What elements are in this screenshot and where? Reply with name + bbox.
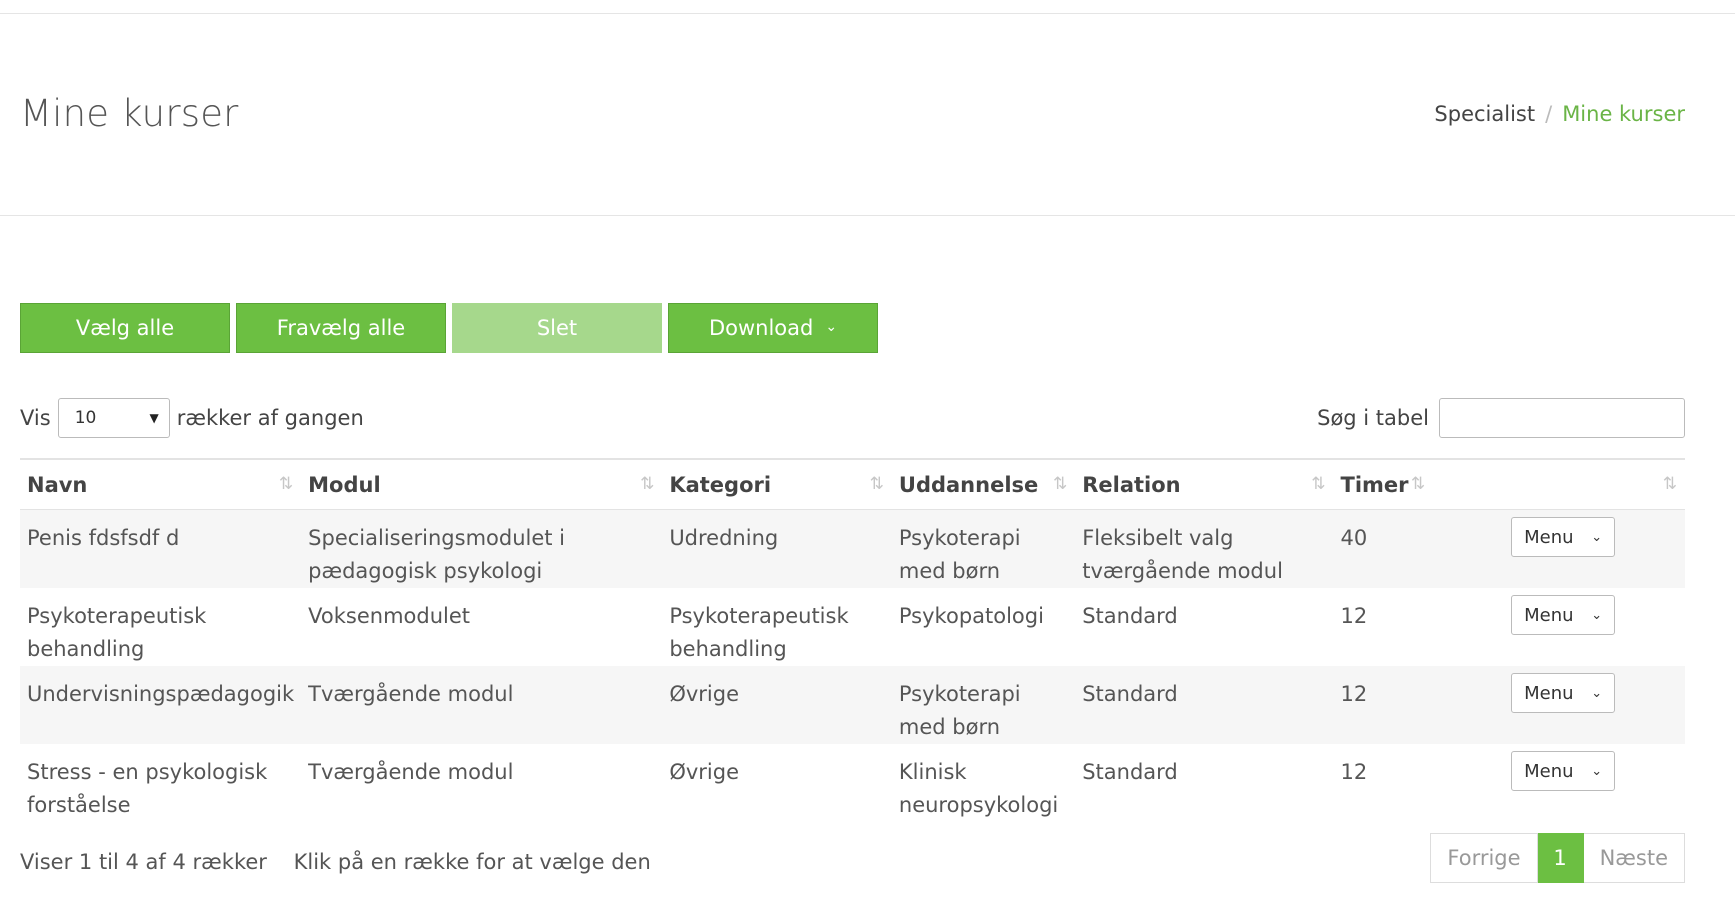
cell-kategori: Øvrige — [669, 760, 739, 784]
column-header-timer[interactable]: Timer ⇅ — [1333, 458, 1425, 510]
cell-navn: Penis fdsfsdf d — [20, 509, 302, 588]
pagination: Forrige 1 Næste — [1430, 833, 1685, 883]
table-row[interactable]: Stress - en psykologisk forståelse Tværg… — [20, 744, 1685, 822]
cell-modul: Tværgående modul — [308, 760, 514, 784]
column-header-actions[interactable]: ⇅ — [1421, 458, 1685, 510]
row-menu-button[interactable]: Menu ⌄ — [1511, 517, 1616, 557]
top-divider — [0, 13, 1735, 14]
cell-modul: Tværgående modul — [301, 666, 663, 744]
pagination-page-button[interactable]: 1 — [1537, 833, 1584, 883]
table-info-hint: Klik på en række for at vælge den — [293, 850, 651, 874]
breadcrumb-parent[interactable]: Specialist — [1434, 102, 1535, 126]
cell-actions: Menu ⌄ — [1421, 744, 1685, 822]
header-divider — [0, 215, 1735, 216]
sort-arrows-icon: ⇅ — [1662, 474, 1677, 494]
sort-arrows-icon: ⇅ — [278, 474, 294, 494]
cell-navn: Undervisningspædagogik — [20, 666, 302, 744]
table-row[interactable]: Penis fdsfsdf d Specialiseringsmodulet i… — [20, 509, 1685, 588]
cell-actions: Menu ⌄ — [1421, 666, 1685, 744]
download-button[interactable]: Download ⌄ — [668, 303, 878, 353]
chevron-down-icon: ⌄ — [1591, 529, 1603, 545]
breadcrumb-current: Mine kurser — [1562, 102, 1685, 126]
cell-relation: Standard — [1082, 604, 1178, 628]
deselect-all-button[interactable]: Fravælg alle — [236, 303, 446, 353]
cell-uddannelse: Psykoterapi med børn — [891, 666, 1076, 744]
action-toolbar: Vælg alle Fravælg alle Slet Download ⌄ — [20, 303, 884, 353]
table-info-count: Viser 1 til 4 af 4 rækker — [20, 850, 267, 874]
cell-timer: 12 — [1340, 604, 1368, 628]
table-row[interactable]: Psykoterapeutisk behandling Voksenmodule… — [20, 588, 1685, 666]
row-menu-button[interactable]: Menu ⌄ — [1511, 673, 1616, 713]
sort-arrows-icon: ⇅ — [1052, 474, 1068, 494]
sort-arrows-icon: ⇅ — [640, 474, 655, 494]
length-prefix: Vis — [20, 406, 51, 430]
chevron-down-icon: ⌄ — [1591, 763, 1603, 779]
cell-kategori: Øvrige — [662, 666, 892, 744]
delete-button[interactable]: Slet — [452, 303, 662, 353]
search-label: Søg i tabel — [1317, 406, 1429, 430]
cell-modul: Specialiseringsmodulet i pædagogisk psyk… — [301, 509, 663, 588]
cell-timer: 12 — [1340, 760, 1368, 784]
column-header-navn[interactable]: Navn ⇅ — [20, 458, 302, 510]
cell-kategori: Psykoterapeutisk behandling — [669, 604, 849, 661]
select-all-button[interactable]: Vælg alle — [20, 303, 230, 353]
cell-uddannelse: Psykoterapi med børn — [891, 509, 1076, 588]
column-header-kategori[interactable]: Kategori ⇅ — [662, 458, 892, 510]
row-menu-button[interactable]: Menu ⌄ — [1511, 595, 1616, 635]
table-row[interactable]: Undervisningspædagogik Tværgående modul … — [20, 666, 1685, 744]
page-length-value: 10 — [74, 408, 97, 428]
page-length-select[interactable]: 10 ▼ — [57, 398, 170, 438]
cell-navn: Stress - en psykologisk forståelse — [27, 760, 268, 817]
length-suffix: rækker af gangen — [176, 406, 364, 430]
table-search: Søg i tabel — [1317, 398, 1685, 438]
cell-timer: 12 — [1333, 666, 1422, 744]
cell-actions: Menu ⌄ — [1421, 588, 1685, 666]
download-label: Download — [708, 316, 814, 340]
table-header-row: Navn ⇅ Modul ⇅ Kategori ⇅ Uddannelse ⇅ Relat… — [20, 458, 1685, 510]
chevron-down-icon: ⌄ — [1591, 685, 1603, 701]
cell-uddannelse: Psykopatologi — [898, 604, 1044, 628]
caret-down-icon: ▼ — [149, 411, 159, 425]
column-header-modul[interactable]: Modul ⇅ — [301, 458, 663, 510]
page-length-control: Vis 10 ▼ rækker af gangen — [20, 398, 364, 438]
cell-modul: Voksenmodulet — [308, 604, 471, 628]
row-menu-button[interactable]: Menu ⌄ — [1511, 751, 1616, 791]
search-input[interactable] — [1439, 398, 1685, 438]
courses-table: Navn ⇅ Modul ⇅ Kategori ⇅ Uddannelse ⇅ Relat… — [20, 458, 1685, 822]
deselect-all-label: Fravælg alle — [276, 316, 406, 340]
breadcrumb-separator: / — [1545, 102, 1553, 126]
cell-navn: Psykoterapeutisk behandling — [27, 604, 207, 661]
table-info: Viser 1 til 4 af 4 rækker Klik på en ræk… — [20, 850, 651, 874]
chevron-down-icon: ⌄ — [1591, 607, 1603, 623]
sort-arrows-icon: ⇅ — [869, 474, 884, 494]
column-header-relation[interactable]: Relation ⇅ — [1075, 458, 1334, 510]
cell-actions: Menu ⌄ — [1421, 509, 1685, 588]
cell-timer: 40 — [1333, 509, 1422, 588]
delete-label: Slet — [536, 316, 578, 340]
cell-relation: Standard — [1075, 666, 1334, 744]
cell-relation: Fleksibelt valg tværgående modul — [1075, 509, 1334, 588]
pagination-next-button[interactable]: Næste — [1583, 833, 1685, 883]
sort-arrows-icon: ⇅ — [1311, 474, 1326, 494]
page-title: Mine kurser — [20, 92, 239, 135]
chevron-down-icon: ⌄ — [825, 319, 838, 335]
cell-uddannelse: Klinisk neuropsykologi — [898, 760, 1059, 817]
cell-kategori: Udredning — [662, 509, 892, 588]
pagination-prev-button[interactable]: Forrige — [1430, 833, 1538, 883]
breadcrumb: Specialist / Mine kurser — [1434, 102, 1685, 126]
column-header-uddannelse[interactable]: Uddannelse ⇅ — [891, 458, 1076, 510]
select-all-label: Vælg alle — [75, 316, 175, 340]
cell-relation: Standard — [1082, 760, 1178, 784]
